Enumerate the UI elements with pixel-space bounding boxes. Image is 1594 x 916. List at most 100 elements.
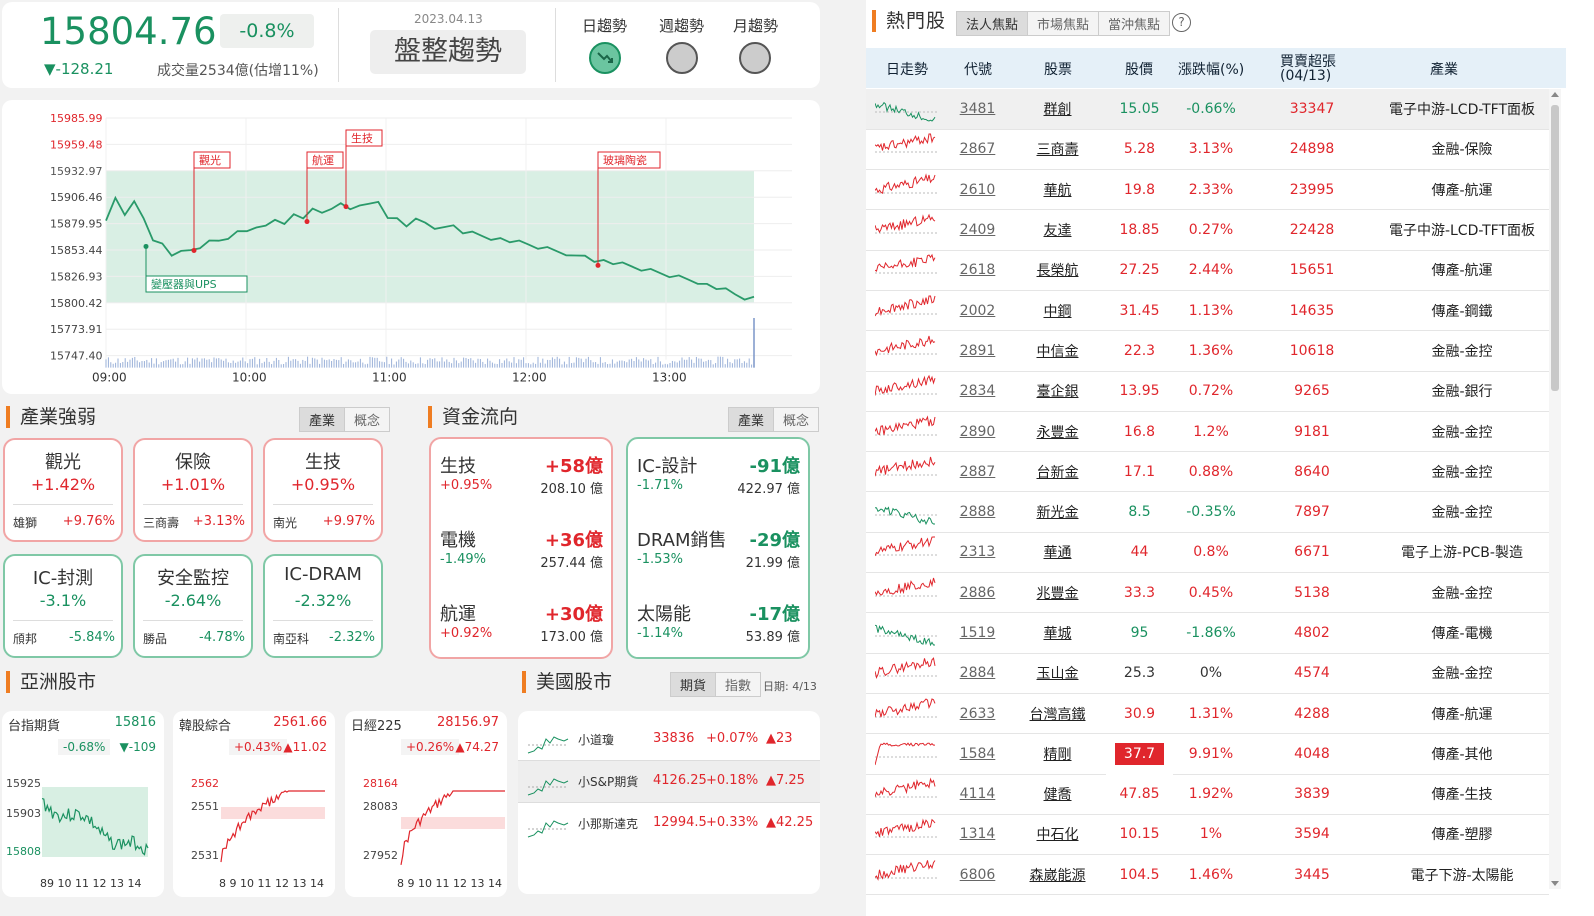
- industry-card[interactable]: 觀光 +1.42% 雄獅 +9.76%: [3, 438, 123, 542]
- day-trend-down-icon[interactable]: [589, 42, 621, 74]
- stock-name[interactable]: 新光金: [1009, 491, 1106, 533]
- table-row[interactable]: 1519 華城 95 -1.86% 4802 傳產-電機: [866, 612, 1549, 654]
- table-row[interactable]: 2867 三商壽 5.28 3.13% 24898 金融-保險: [866, 129, 1549, 171]
- flow-row[interactable]: 生技 +58億 +0.95% 208.10 億: [431, 452, 611, 522]
- stock-code[interactable]: 1314: [946, 814, 1009, 856]
- month-trend-circle-icon[interactable]: [739, 42, 771, 74]
- tab-index[interactable]: 指數: [716, 673, 761, 696]
- stock-code[interactable]: 2834: [946, 371, 1009, 412]
- lead-stock-name[interactable]: 雄獅: [13, 514, 37, 531]
- tab-daytrade[interactable]: 當沖焦點: [1099, 12, 1170, 35]
- stock-name[interactable]: 健喬: [1009, 774, 1106, 815]
- stock-code[interactable]: 2618: [946, 250, 1009, 291]
- industry-card[interactable]: IC-封測 -3.1% 頎邦 -5.84%: [3, 554, 123, 658]
- stock-name[interactable]: 兆豐金: [1009, 572, 1106, 614]
- stock-code[interactable]: 2891: [946, 330, 1009, 372]
- tab-flow-industry[interactable]: 產業: [729, 408, 775, 431]
- scroll-up-arrow-icon[interactable]: [1551, 92, 1559, 97]
- col-name[interactable]: 股票: [1044, 59, 1072, 79]
- stock-code[interactable]: 2867: [946, 129, 1009, 171]
- stock-name[interactable]: 精剛: [1009, 733, 1106, 775]
- stock-code[interactable]: 2890: [946, 411, 1009, 453]
- scroll-down-arrow-icon[interactable]: [1551, 881, 1559, 886]
- col-trend[interactable]: 日走勢: [886, 59, 928, 79]
- table-row[interactable]: 2409 友達 18.85 0.27% 22428 電子中游-LCD-TFT面板: [866, 209, 1549, 251]
- stock-code[interactable]: 3481: [946, 89, 1009, 130]
- table-row[interactable]: 2884 玉山金 25.3 0% 4574 金融-金控: [866, 653, 1549, 694]
- flow-outflow-card[interactable]: IC-設計 -91億 -1.71% 422.97 億 DRAM銷售 -29億 -1.53% 2…: [626, 437, 810, 659]
- table-row[interactable]: 2610 華航 19.8 2.33% 23995 傳產-航運: [866, 169, 1549, 211]
- scrollbar-thumb[interactable]: [1551, 105, 1559, 391]
- flow-row[interactable]: 太陽能 -17億 -1.14% 53.89 億: [628, 600, 808, 670]
- tab-industry[interactable]: 產業: [300, 408, 346, 431]
- table-row[interactable]: 2886 兆豐金 33.3 0.45% 5138 金融-金控: [866, 572, 1549, 614]
- stock-code[interactable]: 2409: [946, 209, 1009, 251]
- table-row[interactable]: 1314 中石化 10.15 1% 3594 傳產-塑膠: [866, 814, 1549, 856]
- col-price[interactable]: 股價: [1125, 59, 1153, 79]
- table-row[interactable]: 2633 台灣高鐵 30.9 1.31% 4288 傳產-航運: [866, 693, 1549, 735]
- col-code[interactable]: 代號: [964, 59, 992, 79]
- stock-code[interactable]: 2886: [946, 572, 1009, 614]
- lead-stock-name[interactable]: 三商壽: [143, 514, 179, 531]
- tab-market[interactable]: 市場焦點: [1028, 12, 1100, 35]
- stock-name[interactable]: 森崴能源: [1009, 854, 1106, 896]
- stock-code[interactable]: 2884: [946, 653, 1009, 694]
- flow-row[interactable]: 航運 +30億 +0.92% 173.00 億: [431, 600, 611, 670]
- week-trend-circle-icon[interactable]: [666, 42, 698, 74]
- flow-row[interactable]: IC-設計 -91億 -1.71% 422.97 億: [628, 452, 808, 522]
- stock-name[interactable]: 台灣高鐵: [1009, 693, 1106, 735]
- table-row[interactable]: 1584 精剛 37.7 9.91% 4048 傳產-其他: [866, 733, 1549, 775]
- stock-code[interactable]: 2610: [946, 169, 1009, 211]
- table-row[interactable]: 2891 中信金 22.3 1.36% 10618 金融-金控: [866, 330, 1549, 372]
- stock-name[interactable]: 永豐金: [1009, 411, 1106, 453]
- table-row[interactable]: 6806 森崴能源 104.5 1.46% 3445 電子下游-太陽能: [866, 854, 1549, 896]
- stock-name[interactable]: 華城: [1009, 612, 1106, 654]
- stock-code[interactable]: 2313: [946, 532, 1009, 574]
- stock-code[interactable]: 1519: [946, 612, 1009, 654]
- asia-market-card[interactable]: 韓股綜合 2561.66 +0.43% ▲11.02 2562 2551 2531 8 9 1…: [173, 711, 335, 897]
- table-row[interactable]: 2888 新光金 8.5 -0.35% 7897 金融-金控: [866, 491, 1549, 533]
- stock-name[interactable]: 長榮航: [1009, 250, 1106, 291]
- table-row[interactable]: 2890 永豐金 16.8 1.2% 9181 金融-金控: [866, 411, 1549, 453]
- table-row[interactable]: 2618 長榮航 27.25 2.44% 15651 傳產-航運: [866, 250, 1549, 291]
- lead-stock-name[interactable]: 勝品: [143, 630, 167, 647]
- stock-code[interactable]: 6806: [946, 854, 1009, 896]
- asia-market-card[interactable]: 台指期貨 15816 -0.68% ▼-109 15925 15903 15808 89 10…: [2, 711, 164, 897]
- stock-name[interactable]: 群創: [1009, 89, 1106, 130]
- us-market-row[interactable]: 小S&P期貨 4126.25 +0.18% ▲7.25: [518, 761, 820, 803]
- asia-market-card[interactable]: 日經225 28156.97 +0.26% ▲74.27 28164 28083 27952…: [345, 711, 507, 897]
- industry-card[interactable]: 生技 +0.95% 南光 +9.97%: [263, 438, 383, 542]
- stock-name[interactable]: 華航: [1009, 169, 1106, 211]
- stock-code[interactable]: 2633: [946, 693, 1009, 735]
- table-row[interactable]: 2887 台新金 17.1 0.88% 8640 金融-金控: [866, 451, 1549, 493]
- table-row[interactable]: 3481 群創 15.05 -0.66% 33347 電子中游-LCD-TFT面板: [866, 89, 1549, 130]
- stock-name[interactable]: 台新金: [1009, 451, 1106, 493]
- table-row[interactable]: 2002 中鋼 31.45 1.13% 14635 傳產-鋼鐵: [866, 290, 1549, 332]
- scrollbar[interactable]: [1549, 89, 1561, 889]
- help-icon[interactable]: ?: [1172, 13, 1191, 32]
- stock-name[interactable]: 華通: [1009, 532, 1106, 574]
- table-row[interactable]: 2834 臺企銀 13.95 0.72% 9265 金融-銀行: [866, 371, 1549, 412]
- col-pct[interactable]: 漲跌幅(%): [1178, 59, 1244, 79]
- stock-code[interactable]: 1584: [946, 733, 1009, 775]
- tab-flow-concept[interactable]: 概念: [774, 408, 819, 431]
- tab-concept[interactable]: 概念: [345, 408, 390, 431]
- lead-stock-name[interactable]: 頎邦: [13, 630, 37, 647]
- tab-institutional[interactable]: 法人焦點: [957, 12, 1029, 35]
- flow-row[interactable]: DRAM銷售 -29億 -1.53% 21.99 億: [628, 526, 808, 596]
- stock-name[interactable]: 友達: [1009, 209, 1106, 251]
- us-market-row[interactable]: 小道瓊 33836 +0.07% ▲23: [518, 719, 820, 761]
- lead-stock-name[interactable]: 南亞科: [273, 630, 309, 647]
- stock-name[interactable]: 臺企銀: [1009, 371, 1106, 412]
- industry-card[interactable]: 保險 +1.01% 三商壽 +3.13%: [133, 438, 253, 542]
- tab-futures[interactable]: 期貨: [671, 673, 717, 696]
- stock-name[interactable]: 中鋼: [1009, 290, 1106, 332]
- stock-name[interactable]: 中信金: [1009, 330, 1106, 372]
- stock-code[interactable]: 2002: [946, 290, 1009, 332]
- stock-name[interactable]: 玉山金: [1009, 653, 1106, 694]
- table-row[interactable]: 4114 健喬 47.85 1.92% 3839 傳產-生技: [866, 774, 1549, 815]
- flow-inflow-card[interactable]: 生技 +58億 +0.95% 208.10 億電機 +36億 -1.49% 257.44 億…: [429, 437, 613, 659]
- industry-card[interactable]: 安全監控 -2.64% 勝品 -4.78%: [133, 554, 253, 658]
- stock-code[interactable]: 4114: [946, 774, 1009, 815]
- col-industry[interactable]: 產業: [1430, 59, 1458, 79]
